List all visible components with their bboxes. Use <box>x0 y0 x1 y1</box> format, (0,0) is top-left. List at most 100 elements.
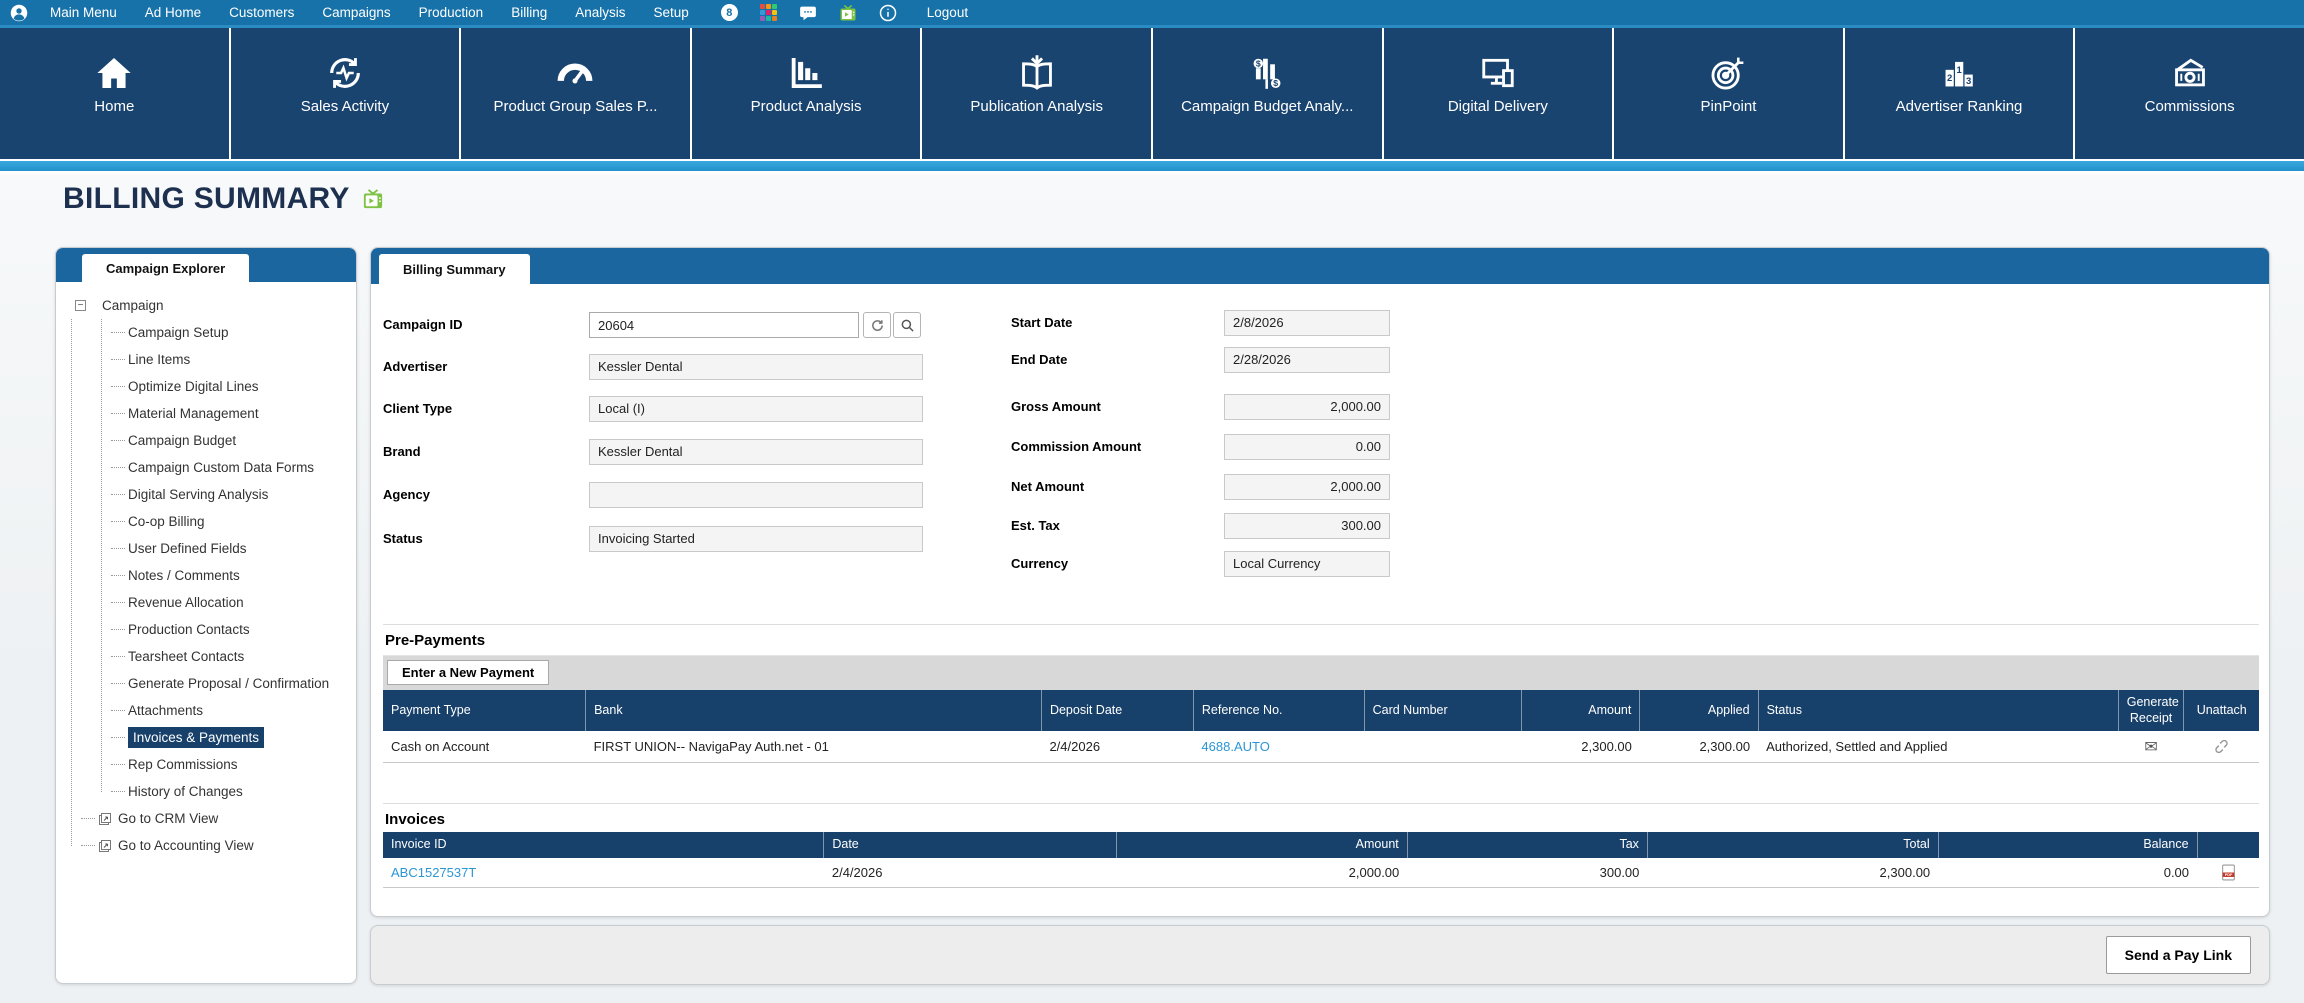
gross-amount-field: 2,000.00 <box>1224 394 1390 420</box>
menu-main-menu[interactable]: Main Menu <box>50 5 117 20</box>
est-tax-label: Est. Tax <box>1011 513 1060 539</box>
sidebar-item-campaign-custom-data-forms[interactable]: Campaign Custom Data Forms <box>66 454 350 481</box>
devices-icon <box>1384 54 1613 92</box>
campaign-search-button[interactable] <box>893 312 921 338</box>
book-download-icon <box>922 54 1151 92</box>
money-icon <box>2075 54 2304 92</box>
tab-campaign-explorer[interactable]: Campaign Explorer <box>82 254 249 282</box>
client-type-label: Client Type <box>383 396 452 422</box>
invoices-section: Invoices Invoice ID Date Amount Tax Tota… <box>383 803 2259 888</box>
tile-label: Publication Analysis <box>922 98 1151 115</box>
menu-logout[interactable]: Logout <box>927 5 968 20</box>
sidebar-item-campaign-setup[interactable]: Campaign Setup <box>66 319 350 346</box>
info-icon[interactable] <box>879 4 897 22</box>
send-pay-link-button[interactable]: Send a Pay Link <box>2106 936 2251 974</box>
menu-production[interactable]: Production <box>419 5 484 20</box>
tile-product-group-sales[interactable]: Product Group Sales P... <box>461 28 692 159</box>
svg-text:2: 2 <box>1947 73 1952 84</box>
tab-billing-summary[interactable]: Billing Summary <box>379 254 530 284</box>
tile-label: Commissions <box>2075 98 2304 115</box>
page-title: BILLING SUMMARY <box>63 182 384 216</box>
notification-count-badge[interactable]: 8 <box>721 4 738 21</box>
sidebar-item-revenue-allocation[interactable]: Revenue Allocation <box>66 589 350 616</box>
tile-pinpoint[interactable]: PinPoint <box>1614 28 1845 159</box>
chat-icon[interactable] <box>799 4 817 22</box>
invoice-id-link[interactable]: ABC1527537T <box>391 865 476 880</box>
menu-setup[interactable]: Setup <box>654 5 689 20</box>
applied-cell: 2,300.00 <box>1640 731 1758 763</box>
tile-home[interactable]: Home <box>0 28 231 159</box>
tile-advertiser-ranking[interactable]: 213 Advertiser Ranking <box>1845 28 2076 159</box>
col-invoice-amount: Amount <box>1117 832 1408 858</box>
status-field: Invoicing Started <box>589 526 923 552</box>
brand-label: Brand <box>383 439 421 465</box>
sidebar-item-tearsheet-contacts[interactable]: Tearsheet Contacts <box>66 643 350 670</box>
sidebar-link-go-to-crm-view[interactable]: Go to CRM View <box>66 805 350 832</box>
pre-payments-table: Payment Type Bank Deposit Date Reference… <box>383 690 2259 763</box>
menu-customers[interactable]: Customers <box>229 5 294 20</box>
tile-product-analysis[interactable]: Product Analysis <box>692 28 923 159</box>
col-tax: Tax <box>1407 832 1647 858</box>
tile-label: Digital Delivery <box>1384 98 1613 115</box>
gauge-icon <box>461 54 690 92</box>
tile-sales-activity[interactable]: Sales Activity <box>231 28 462 159</box>
payment-status-cell: Authorized, Settled and Applied <box>1758 731 2118 763</box>
tile-label: Product Group Sales P... <box>461 98 690 115</box>
page-title-video-icon[interactable] <box>362 189 384 209</box>
tile-commissions[interactable]: Commissions <box>2075 28 2304 159</box>
col-date: Date <box>824 832 1117 858</box>
tile-campaign-budget-analysis[interactable]: $$ Campaign Budget Analy... <box>1153 28 1384 159</box>
menu-campaigns[interactable]: Campaigns <box>322 5 390 20</box>
sidebar-item-digital-serving-analysis[interactable]: Digital Serving Analysis <box>66 481 350 508</box>
start-date-field: 2/8/2026 <box>1224 310 1390 336</box>
tile-label: Sales Activity <box>231 98 460 115</box>
agency-field <box>589 482 923 508</box>
card-number-cell <box>1364 731 1522 763</box>
svg-text:1: 1 <box>1957 65 1963 76</box>
billing-summary-header: Billing Summary <box>371 248 2269 284</box>
campaign-id-input[interactable] <box>589 312 859 338</box>
pre-payments-toolbar: Enter a New Payment <box>383 656 2259 690</box>
advertiser-label: Advertiser <box>383 354 447 380</box>
sidebar-item-campaign-budget[interactable]: Campaign Budget <box>66 427 350 454</box>
sidebar-item-optimize-digital-lines[interactable]: Optimize Digital Lines <box>66 373 350 400</box>
sidebar-item-rep-commissions[interactable]: Rep Commissions <box>66 751 350 778</box>
sidebar-item-attachments[interactable]: Attachments <box>66 697 350 724</box>
video-tutorials-tv-icon[interactable] <box>839 4 857 22</box>
tree-node-campaign[interactable]: − Campaign <box>66 292 350 319</box>
sidebar-link-go-to-accounting-view[interactable]: Go to Accounting View <box>66 832 350 859</box>
sidebar-item-notes-comments[interactable]: Notes / Comments <box>66 562 350 589</box>
enter-new-payment-button[interactable]: Enter a New Payment <box>387 660 549 685</box>
recent-campaigns-button[interactable] <box>863 312 891 338</box>
top-menu-bar: Main Menu Ad Home Customers Campaigns Pr… <box>0 0 2304 28</box>
menu-billing[interactable]: Billing <box>511 5 547 20</box>
payment-type-cell: Cash on Account <box>383 731 586 763</box>
sidebar-item-material-management[interactable]: Material Management <box>66 400 350 427</box>
sidebar-item-user-defined-fields[interactable]: User Defined Fields <box>66 535 350 562</box>
sidebar-item-generate-proposal-confirmation[interactable]: Generate Proposal / Confirmation <box>66 670 350 697</box>
tile-label: Advertiser Ranking <box>1845 98 2074 115</box>
tile-publication-analysis[interactable]: Publication Analysis <box>922 28 1153 159</box>
sidebar-item-line-items[interactable]: Line Items <box>66 346 350 373</box>
generate-receipt-icon[interactable]: ✉ <box>2144 737 2157 756</box>
collapse-expander-icon[interactable]: − <box>75 300 86 311</box>
menu-analysis[interactable]: Analysis <box>575 5 625 20</box>
pre-payment-row: Cash on Account FIRST UNION-- NavigaPay … <box>383 731 2259 763</box>
brand-field: Kessler Dental <box>589 439 923 465</box>
sidebar-item-history-of-changes[interactable]: History of Changes <box>66 778 350 805</box>
tile-digital-delivery[interactable]: Digital Delivery <box>1384 28 1615 159</box>
pre-payments-header-row: Payment Type Bank Deposit Date Reference… <box>383 690 2259 731</box>
unattach-icon[interactable] <box>2213 738 2230 755</box>
menu-ad-home[interactable]: Ad Home <box>145 5 201 20</box>
sidebar-item-co-op-billing[interactable]: Co-op Billing <box>66 508 350 535</box>
pdf-icon[interactable]: PDF <box>2220 864 2237 881</box>
col-deposit-date: Deposit Date <box>1041 690 1193 731</box>
sidebar-item-production-contacts[interactable]: Production Contacts <box>66 616 350 643</box>
sidebar-item-invoices-payments[interactable]: Invoices & Payments <box>66 724 350 751</box>
start-date-label: Start Date <box>1011 310 1072 336</box>
reference-no-link[interactable]: 4688.AUTO <box>1201 739 1269 754</box>
user-account-icon[interactable] <box>10 4 28 22</box>
apps-grid-icon[interactable] <box>760 4 777 21</box>
pre-payments-section: Pre-Payments Enter a New Payment Payment… <box>383 624 2259 763</box>
accent-strip <box>0 159 2304 174</box>
